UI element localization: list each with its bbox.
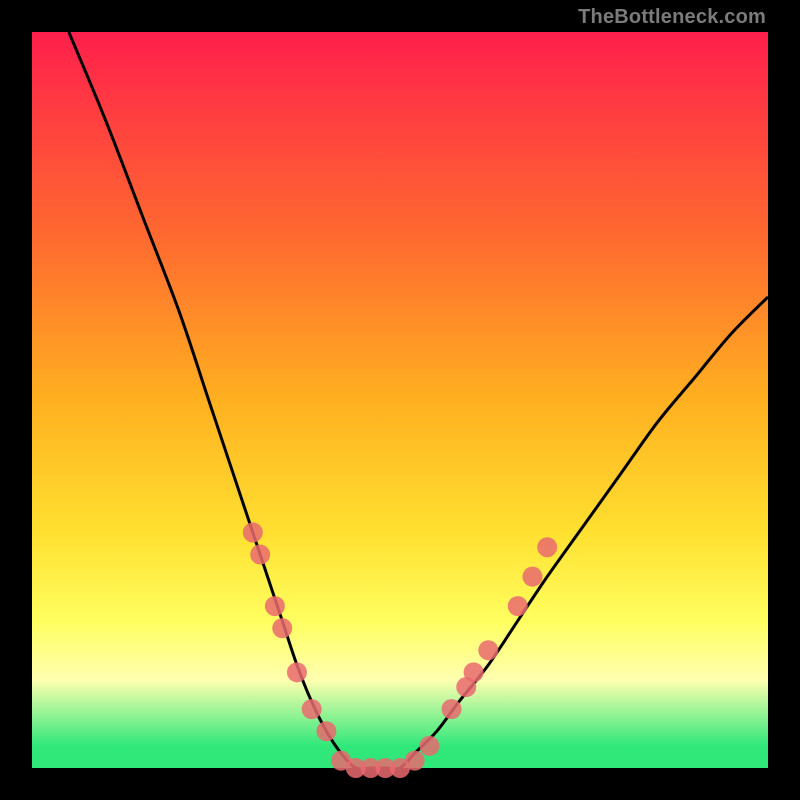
marker-bottom-icon [405,751,425,771]
marker-right-icon [537,537,557,557]
watermark-text: TheBottleneck.com [578,6,766,29]
marker-bottom-icon [419,736,439,756]
marker-right-icon [478,640,498,660]
bottleneck-curve [69,32,768,769]
plot-area [32,32,768,768]
marker-left-icon [287,662,307,682]
marker-left-icon [302,699,322,719]
marker-left-icon [272,618,292,638]
marker-right-icon [464,662,484,682]
marker-left-icon [250,545,270,565]
marker-left-icon [265,596,285,616]
marker-right-icon [442,699,462,719]
marker-left-icon [243,522,263,542]
marker-right-icon [522,567,542,587]
bottleneck-curve-svg [32,32,768,768]
marker-right-icon [508,596,528,616]
marker-left-icon [316,721,336,741]
chart-frame: TheBottleneck.com [0,0,800,800]
